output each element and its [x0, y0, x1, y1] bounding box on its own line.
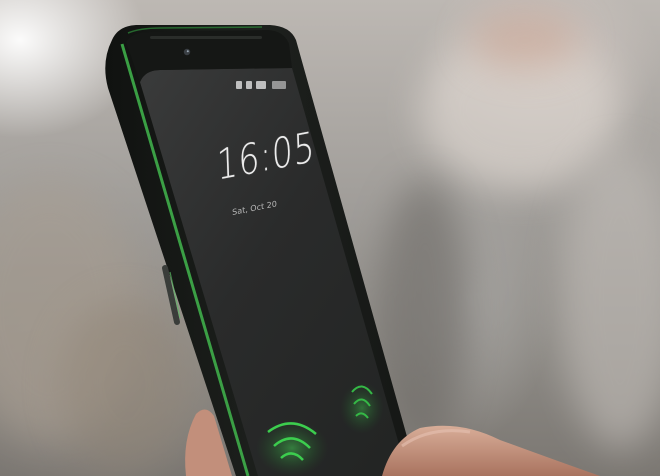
battery-icon — [256, 81, 266, 89]
photo-scene: 16:05 Sat, Oct 20 — [0, 0, 660, 476]
camera-lens-glint — [186, 50, 189, 53]
lock-screen-time: 16:05 — [216, 122, 316, 190]
wifi-icon — [246, 81, 252, 89]
status-bar-icons — [232, 78, 302, 92]
earpiece — [150, 36, 262, 39]
phone — [105, 25, 600, 476]
battery-percent-icon — [272, 81, 286, 89]
thumb — [382, 425, 600, 476]
front-camera-icon — [183, 48, 191, 56]
signal-icon — [236, 81, 242, 89]
